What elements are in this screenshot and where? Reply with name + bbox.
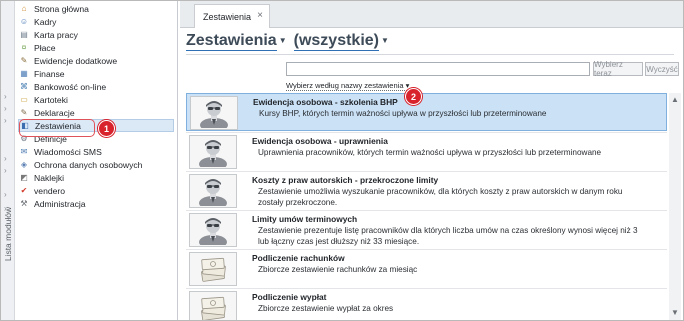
sidebar-item-label: Karta pracy: [34, 29, 78, 40]
list-item-description: Kursy BHP, których termin ważności upływ…: [259, 109, 547, 118]
sidebar-item-label: Ewidencje dodatkowe: [34, 55, 118, 66]
money-stack-icon: [189, 291, 237, 320]
list-item[interactable]: Ewidencja osobowa - uprawnienia Uprawnien…: [186, 132, 667, 170]
sidebar-item-płace[interactable]: ¤ Płace: [18, 41, 174, 54]
tab-zestawienia[interactable]: Zestawienia ×: [194, 4, 270, 28]
sidebar-item-administracja[interactable]: ⚒ Administracja: [18, 197, 174, 210]
list-item[interactable]: Koszty z praw autorskich - przekroczone …: [186, 171, 667, 209]
money-stack-icon: [189, 252, 237, 286]
chevron-right-icon[interactable]: ›: [4, 167, 7, 175]
title-dropdown[interactable]: Zestawienia: [186, 32, 277, 51]
sidebar-item-label: vendero: [34, 185, 66, 196]
list-item-description: Zestawienie prezentuje listę pracowników…: [258, 226, 638, 246]
chevron-right-icon[interactable]: ›: [4, 105, 7, 113]
vendero-icon: ✔: [20, 185, 28, 195]
sidebar-item-label: Kartoteki: [34, 94, 68, 105]
caret-down-icon[interactable]: ▼: [381, 36, 389, 45]
people-icon: ☺: [19, 16, 29, 26]
clear-button[interactable]: Wyczyść: [645, 62, 679, 76]
search-input[interactable]: [286, 62, 590, 76]
person-icon: [189, 213, 237, 247]
sidebar-item-label: Ochrona danych osobowych: [34, 159, 143, 170]
search-button[interactable]: Wybierz teraz: [593, 60, 643, 78]
module-list-label: Lista modułów: [3, 206, 13, 262]
list-item-title: Podliczenie rachunków: [252, 253, 345, 263]
list-item-title: Koszty z praw autorskich - przekroczone …: [252, 175, 439, 185]
sidebar-item-label: Bankowość on-line: [34, 81, 107, 92]
finance-icon: ▦: [20, 68, 28, 78]
filter-dropdown[interactable]: (wszystkie): [293, 32, 379, 51]
sidebar-item-finanse[interactable]: ▦ Finanse: [18, 67, 174, 80]
card-icon: ▤: [20, 29, 28, 39]
list-item-description: Zbiorcze zestawienie rachunków za miesią…: [258, 265, 418, 274]
list-item[interactable]: Podliczenie rachunków Zbiorcze zestawieni…: [186, 249, 667, 287]
sidebar-item-naklejki[interactable]: ◩ Naklejki: [18, 171, 174, 184]
scroll-up-icon[interactable]: ▲: [671, 95, 679, 104]
report-list: Ewidencja osobowa - szkolenia BHP Kursy B…: [186, 93, 667, 320]
sidebar-item-vendero[interactable]: ✔ vendero: [18, 184, 174, 197]
divider: [186, 54, 674, 55]
sidebar-item-ewidencje-dodatkowe[interactable]: ✎ Ewidencje dodatkowe: [18, 54, 174, 67]
main-panel: Zestawienia × Zestawienia ▼ (wszystkie) …: [180, 1, 683, 320]
admin-icon: ⚒: [20, 198, 28, 208]
name-filter-dropdown[interactable]: Wybierz według nazwy zestawienia ▾: [286, 81, 410, 91]
declaration-icon: ✎: [20, 107, 28, 117]
list-item-description: Uprawnienia pracowników, których termin …: [258, 148, 602, 157]
shield-icon: ◈: [20, 159, 28, 169]
sidebar-item-deklaracje[interactable]: ✎ Deklaracje: [18, 106, 174, 119]
page-title: Zestawienia ▼ (wszystkie) ▼: [186, 32, 396, 52]
list-item-title: Limity umów terminowych: [252, 214, 358, 224]
sidebar-item-bankowość-on-line[interactable]: ⌘ Bankowość on-line: [18, 80, 174, 93]
person-icon: [190, 96, 238, 130]
sidebar-item-label: Naklejki: [34, 172, 65, 183]
sidebar-item-label: Płace: [34, 42, 56, 53]
module-list-strip[interactable]: › › › › › › › Lista modułów: [1, 1, 15, 320]
tab-bar: Zestawienia ×: [180, 1, 683, 28]
caret-down-icon[interactable]: ▼: [279, 36, 287, 45]
list-item[interactable]: Limity umów terminowych Zestawienie preze…: [186, 210, 667, 248]
person-icon: [189, 135, 237, 169]
sidebar-item-label: Deklaracje: [34, 107, 75, 118]
money-icon: ¤: [21, 42, 27, 52]
sidebar-item-ochrona-danych-osobowych[interactable]: ◈ Ochrona danych osobowych: [18, 158, 174, 171]
list-item-description: Zbiorcze zestawienie wypłat za okres: [258, 304, 394, 313]
sidebar-item-strona-główna[interactable]: ⌂ Strona główna: [18, 2, 174, 15]
sidebar-item-karta-pracy[interactable]: ▤ Karta pracy: [18, 28, 174, 41]
scroll-down-icon[interactable]: ▼: [671, 308, 679, 317]
list-item-description: Zestawienie umożliwia wyszukanie pracown…: [258, 187, 623, 207]
tab-label: Zestawienia: [203, 11, 252, 22]
step-badge-2: 2: [405, 88, 422, 105]
close-icon[interactable]: ×: [257, 10, 263, 21]
step-badge-1: 1: [98, 120, 115, 137]
list-item-title: Ewidencja osobowa - uprawnienia: [252, 136, 388, 146]
chevron-right-icon[interactable]: ›: [4, 93, 7, 101]
sidebar-item-wiadomości-sms[interactable]: ✉ Wiadomości SMS: [18, 145, 174, 158]
sticker-icon: ◩: [20, 172, 28, 182]
sidebar-item-kartoteki[interactable]: ▭ Kartoteki: [18, 93, 174, 106]
scrollbar[interactable]: ▲ ▼: [669, 93, 681, 320]
sms-icon: ✉: [20, 146, 28, 156]
list-item-title: Podliczenie wypłat: [252, 292, 327, 302]
sidebar-item-label: Kadry: [34, 16, 57, 27]
pencil-icon: ✎: [20, 55, 28, 65]
list-item[interactable]: Podliczenie wypłat Zbiorcze zestawienie w…: [186, 288, 667, 320]
sidebar-item-kadry[interactable]: ☺ Kadry: [18, 15, 174, 28]
folder-icon: ▭: [20, 94, 28, 104]
home-icon: ⌂: [21, 3, 27, 13]
person-icon: [189, 174, 237, 208]
sidebar-item-label: Administracja: [34, 198, 86, 209]
sidebar-item-label: Strona główna: [34, 3, 89, 14]
bank-icon: ⌘: [20, 81, 28, 91]
sidebar-item-label: Wiadomości SMS: [34, 146, 102, 157]
list-item-title: Ewidencja osobowa - szkolenia BHP: [253, 97, 398, 107]
chevron-right-icon[interactable]: ›: [4, 117, 7, 125]
sidebar-item-label: Finanse: [34, 68, 65, 79]
chevron-right-icon[interactable]: ›: [4, 155, 7, 163]
list-item[interactable]: Ewidencja osobowa - szkolenia BHP Kursy B…: [186, 93, 667, 131]
highlight-callout-1: [19, 119, 95, 137]
module-list: ⌂ Strona główna ☺ Kadry ▤ Karta pracy ¤ Płace ✎ E…: [16, 1, 178, 320]
